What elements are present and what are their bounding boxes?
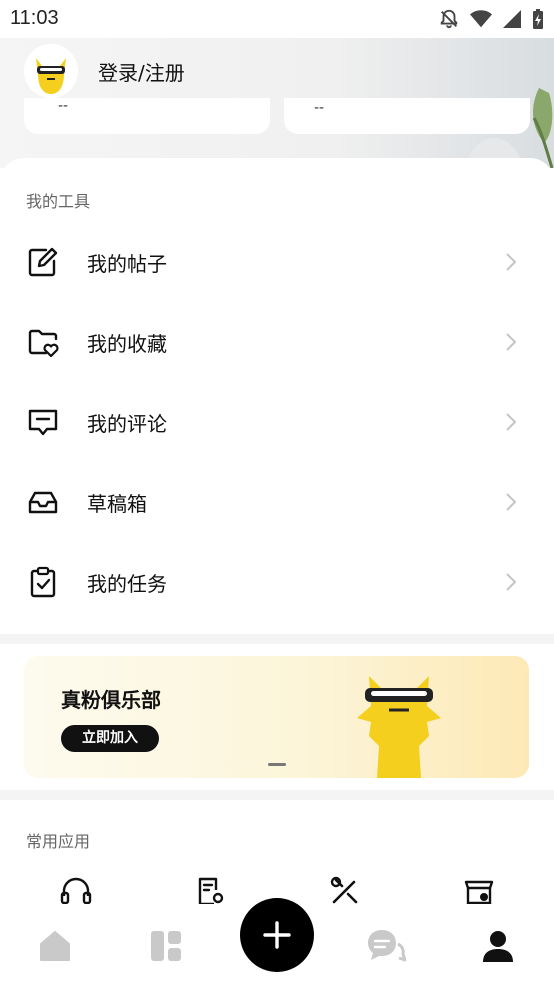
menu-label: 草稿箱 — [87, 491, 147, 516]
menu-item-my-comments[interactable]: 我的评论 — [0, 382, 554, 462]
chevron-right-icon — [506, 493, 517, 511]
nav-profile[interactable] — [478, 926, 518, 966]
status-time: 11:03 — [10, 7, 59, 29]
nav-messages[interactable] — [366, 926, 406, 966]
create-post-button[interactable] — [240, 898, 314, 972]
stat-card[interactable]: -- — [284, 98, 530, 134]
store-icon[interactable] — [462, 876, 496, 904]
chevron-right-icon — [506, 573, 517, 591]
home-icon — [40, 931, 70, 961]
mascot-avatar-image — [24, 44, 78, 98]
messages-icon — [368, 930, 406, 962]
task-clipboard-icon — [30, 566, 56, 598]
chevron-right-icon — [506, 333, 517, 351]
inbox-drafts-icon — [28, 491, 58, 514]
bottom-navigation — [0, 898, 554, 986]
divider — [0, 634, 554, 644]
document-search-icon[interactable] — [194, 876, 228, 904]
menu-item-my-tasks[interactable]: 我的任务 — [0, 542, 554, 622]
menu-label: 我的收藏 — [87, 331, 167, 356]
banner-title: 真粉俱乐部 — [61, 688, 161, 712]
section-title-tools: 我的工具 — [26, 192, 91, 211]
user-row[interactable]: 登录/注册 — [24, 44, 185, 98]
tools-icon[interactable] — [328, 876, 362, 904]
tools-panel: 我的工具 我的帖子 我的收藏 我的评论 草稿箱 我的任务 — [0, 158, 554, 634]
section-title-apps: 常用应用 — [26, 832, 91, 851]
nav-home[interactable] — [35, 926, 75, 966]
menu-item-my-favorites[interactable]: 我的收藏 — [0, 302, 554, 382]
status-bar: 11:03 — [0, 0, 554, 38]
nav-discover[interactable] — [146, 926, 186, 966]
stat-value: -- — [58, 98, 69, 114]
login-register-link[interactable]: 登录/注册 — [98, 57, 185, 86]
profile-icon — [483, 931, 513, 962]
edit-post-icon — [28, 247, 58, 277]
fan-club-banner[interactable]: 真粉俱乐部 立即加入 — [24, 656, 529, 778]
chevron-right-icon — [506, 253, 517, 271]
plus-icon — [263, 921, 291, 949]
menu-label: 我的帖子 — [87, 251, 167, 276]
grid-icon — [151, 931, 181, 961]
battery-charging-icon — [533, 9, 543, 29]
avatar[interactable] — [24, 44, 78, 98]
stat-card[interactable]: -- — [24, 98, 270, 134]
carousel-indicator — [268, 763, 286, 766]
wifi-icon — [470, 10, 492, 28]
mascot-image — [357, 676, 441, 778]
chevron-right-icon — [506, 413, 517, 431]
menu-item-drafts[interactable]: 草稿箱 — [0, 462, 554, 542]
bell-off-icon — [440, 9, 458, 29]
join-now-button[interactable]: 立即加入 — [61, 725, 159, 752]
comment-icon — [28, 409, 58, 436]
divider — [0, 790, 554, 800]
menu-item-my-posts[interactable]: 我的帖子 — [0, 222, 554, 302]
menu-label: 我的评论 — [87, 411, 167, 436]
favorites-folder-icon — [28, 329, 59, 358]
stat-value: -- — [314, 100, 325, 116]
menu-label: 我的任务 — [87, 571, 167, 596]
headset-icon[interactable] — [59, 876, 93, 904]
status-icons — [438, 8, 544, 30]
signal-icon — [503, 10, 521, 28]
